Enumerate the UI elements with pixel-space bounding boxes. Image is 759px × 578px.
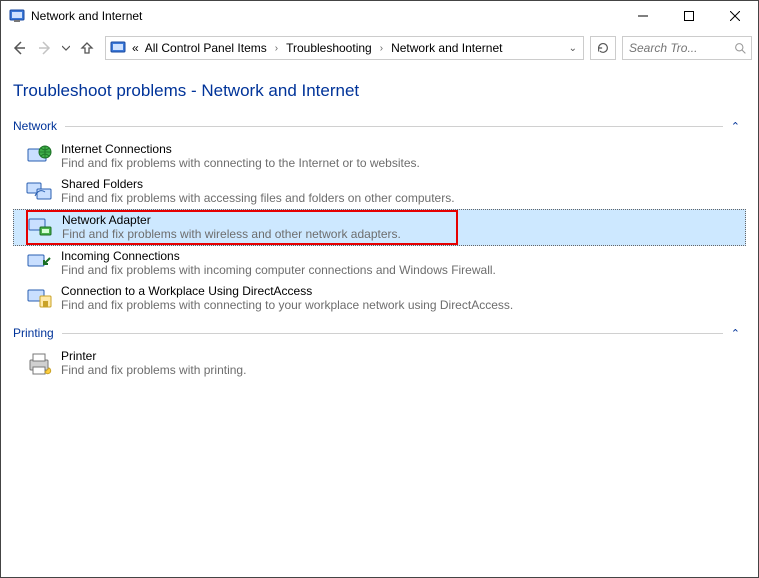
- item-title: Network Adapter: [62, 213, 401, 227]
- item-description: Find and fix problems with incoming comp…: [61, 263, 496, 277]
- section-printing: Printing ⌃ Printer Find and fix problems…: [13, 326, 746, 381]
- incoming-connections-icon: [25, 250, 53, 278]
- close-button[interactable]: [712, 1, 758, 31]
- item-title: Shared Folders: [61, 177, 455, 191]
- section-network: Network ⌃ Internet Connections Find and …: [13, 119, 746, 316]
- printer-icon: [25, 350, 53, 378]
- recent-locations-dropdown[interactable]: [59, 36, 73, 60]
- shared-folder-icon: [25, 178, 53, 206]
- chevron-right-icon: ›: [376, 43, 387, 54]
- item-description: Find and fix problems with connecting to…: [61, 156, 420, 170]
- nav-bar: « All Control Panel Items › Troubleshoot…: [1, 31, 758, 65]
- item-incoming-connections[interactable]: Incoming Connections Find and fix proble…: [13, 246, 746, 281]
- section-header[interactable]: Printing ⌃: [13, 326, 746, 340]
- minimize-button[interactable]: [620, 1, 666, 31]
- maximize-button[interactable]: [666, 1, 712, 31]
- item-title: Connection to a Workplace Using DirectAc…: [61, 284, 513, 298]
- item-title: Incoming Connections: [61, 249, 496, 263]
- location-icon: [110, 40, 126, 56]
- search-icon: [734, 42, 747, 55]
- item-title: Internet Connections: [61, 142, 420, 156]
- app-icon: [9, 8, 25, 24]
- section-divider: [62, 333, 723, 334]
- window-title: Network and Internet: [31, 9, 142, 23]
- directaccess-icon: [25, 285, 53, 313]
- breadcrumb[interactable]: « All Control Panel Items › Troubleshoot…: [105, 36, 584, 60]
- section-divider: [65, 126, 723, 127]
- forward-button[interactable]: [33, 36, 57, 60]
- section-title: Network: [13, 119, 57, 133]
- chevron-right-icon: ›: [271, 43, 282, 54]
- search-input[interactable]: [627, 40, 717, 56]
- search-box[interactable]: [622, 36, 752, 60]
- globe-monitor-icon: [25, 143, 53, 171]
- item-description: Find and fix problems with accessing fil…: [61, 191, 455, 205]
- breadcrumb-ellipsis[interactable]: «: [130, 39, 141, 57]
- item-directaccess[interactable]: Connection to a Workplace Using DirectAc…: [13, 281, 746, 316]
- item-shared-folders[interactable]: Shared Folders Find and fix problems wit…: [13, 174, 746, 209]
- title-bar: Network and Internet: [1, 1, 758, 31]
- collapse-icon[interactable]: ⌃: [731, 327, 746, 340]
- page-title: Troubleshoot problems - Network and Inte…: [13, 81, 746, 101]
- refresh-button[interactable]: [590, 36, 616, 60]
- collapse-icon[interactable]: ⌃: [731, 120, 746, 133]
- breadcrumb-item[interactable]: All Control Panel Items: [143, 39, 269, 57]
- content-area: Troubleshoot problems - Network and Inte…: [1, 65, 758, 577]
- section-title: Printing: [13, 326, 54, 340]
- breadcrumb-dropdown[interactable]: ⌄: [569, 43, 579, 54]
- back-button[interactable]: [7, 36, 31, 60]
- item-printer[interactable]: Printer Find and fix problems with print…: [13, 346, 746, 381]
- network-adapter-icon: [26, 214, 54, 242]
- breadcrumb-item[interactable]: Troubleshooting: [284, 39, 374, 57]
- up-button[interactable]: [75, 36, 99, 60]
- item-internet-connections[interactable]: Internet Connections Find and fix proble…: [13, 139, 746, 174]
- section-header[interactable]: Network ⌃: [13, 119, 746, 133]
- item-description: Find and fix problems with wireless and …: [62, 227, 401, 241]
- item-description: Find and fix problems with printing.: [61, 363, 246, 377]
- item-description: Find and fix problems with connecting to…: [61, 298, 513, 312]
- item-network-adapter[interactable]: Network Adapter Find and fix problems wi…: [13, 209, 746, 246]
- item-title: Printer: [61, 349, 246, 363]
- breadcrumb-item[interactable]: Network and Internet: [389, 39, 504, 57]
